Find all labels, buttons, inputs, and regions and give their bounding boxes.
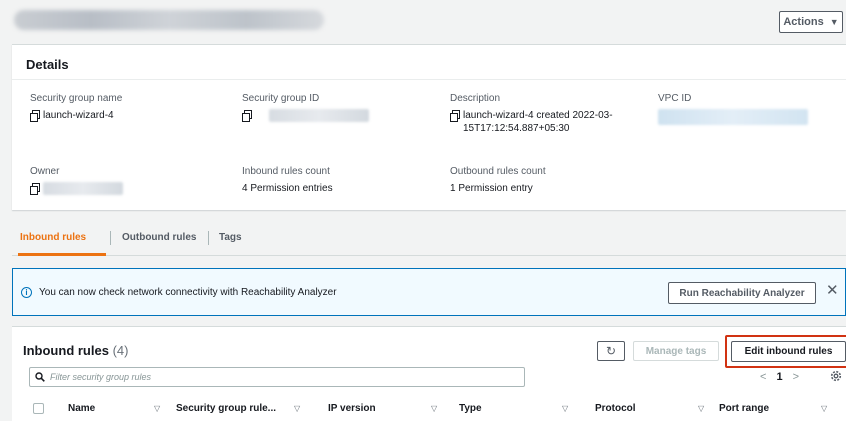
info-alert: i You can now check network connectivity… [12,268,846,316]
info-icon: i [21,287,32,298]
column-header-security-group-rule[interactable]: Security group rule... [176,403,276,414]
alert-text: You can now check network connectivity w… [39,287,337,298]
field-security-group-id: Security group ID [242,93,442,122]
tab-bar: Inbound rules Outbound rules Tags [12,222,846,256]
previous-page-icon[interactable]: < [760,371,766,383]
copy-icon[interactable] [30,110,40,122]
tab-separator [110,231,111,245]
sort-icon[interactable]: ▽ [562,404,568,413]
field-security-group-name: Security group name launch-wizard-4 [30,93,220,122]
field-label: Security group ID [242,93,320,104]
outbound-rules-count-value: 1 Permission entry [450,183,533,194]
refresh-icon: ↻ [605,344,617,358]
field-inbound-rules-count: Inbound rules count 4 Permission entries [242,166,442,195]
select-all-checkbox[interactable] [33,403,44,414]
inbound-rules-count-value: 4 Permission entries [242,183,333,194]
tab-separator [208,231,209,245]
next-page-icon[interactable]: > [793,371,799,383]
details-panel: Details Security group name launch-wizar… [12,44,846,210]
redacted-vpc-id[interactable] [658,109,808,125]
field-owner: Owner [30,166,220,195]
details-title: Details [26,57,69,72]
copy-icon[interactable] [242,110,252,122]
field-vpc-id: VPC ID [658,93,838,125]
caret-down-icon: ▼ [829,17,839,27]
refresh-button[interactable]: ↻ [597,341,625,361]
actions-label: Actions [783,16,824,28]
search-icon [35,372,45,382]
field-label: Inbound rules count [242,166,330,177]
redacted-page-title [14,10,324,30]
field-description: Description launch-wizard-4 created 2022… [450,93,640,135]
field-label: Outbound rules count [450,166,546,177]
redacted-owner [43,182,123,195]
sort-icon[interactable]: ▽ [821,404,827,413]
gear-icon[interactable] [830,370,842,382]
sort-icon[interactable]: ▽ [698,404,704,413]
field-outbound-rules-count: Outbound rules count 1 Permission entry [450,166,650,195]
column-header-port-range[interactable]: Port range [719,403,769,414]
tab-outbound-rules[interactable]: Outbound rules [122,232,196,243]
manage-tags-button[interactable]: Manage tags [633,341,719,361]
description-value: launch-wizard-4 created 2022-03-15T17:12… [463,110,613,134]
run-reachability-analyzer-button[interactable]: Run Reachability Analyzer [668,282,816,304]
copy-icon[interactable] [450,110,460,122]
filter-input[interactable] [50,370,510,384]
sort-icon[interactable]: ▽ [294,404,300,413]
column-header-protocol[interactable]: Protocol [595,403,636,414]
inbound-rules-title: Inbound rules [23,343,109,358]
edit-inbound-rules-button[interactable]: Edit inbound rules [731,341,846,362]
filter-box[interactable] [29,367,525,387]
field-label: Security group name [30,93,123,104]
sort-icon[interactable]: ▽ [154,404,160,413]
table-header: Name ▽ Security group rule... ▽ IP versi… [12,399,846,421]
field-label: Owner [30,166,60,177]
tab-inbound-rules[interactable]: Inbound rules [20,232,86,243]
inbound-rules-heading: Inbound rules (4) [23,343,128,358]
close-icon[interactable]: ✕ [826,281,839,299]
column-header-type[interactable]: Type [459,403,482,414]
active-tab-indicator [18,253,106,256]
pagination: < 1 > [760,371,799,383]
redacted-security-group-id [269,109,369,122]
page-number[interactable]: 1 [776,371,782,383]
edit-inbound-rules-highlight: Edit inbound rules [725,335,846,368]
column-header-name[interactable]: Name [68,403,95,414]
sort-icon[interactable]: ▽ [431,404,437,413]
top-bar: Actions ▼ [0,0,846,40]
divider [12,79,846,80]
tab-tags[interactable]: Tags [219,232,242,243]
copy-icon[interactable] [30,183,40,195]
field-label: Description [450,93,501,104]
field-label: VPC ID [658,93,692,104]
column-header-ip-version[interactable]: IP version [328,403,376,414]
security-group-name-value: launch-wizard-4 [43,110,114,121]
actions-button[interactable]: Actions ▼ [779,11,843,33]
inbound-rules-count: (4) [112,343,129,358]
